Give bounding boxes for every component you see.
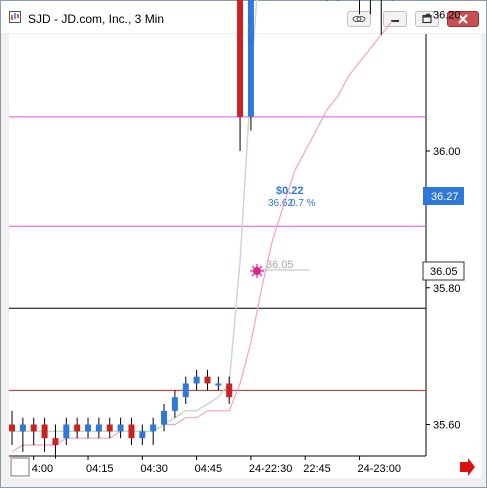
marker-level-label: 36.05 [266, 259, 294, 271]
price-tick-label: 35.80 [433, 283, 461, 295]
candle-body [95, 424, 102, 432]
time-tick-label: 04:45 [195, 463, 223, 475]
current-price-tag-label: 36.27 [431, 191, 459, 203]
candle-body [237, 0, 244, 117]
candle-body [85, 424, 92, 432]
burst-marker-icon [250, 264, 264, 278]
time-tick-label: 24-23:00 [358, 463, 401, 475]
candle-body [204, 376, 211, 384]
time-tick-label: 24-22:30 [249, 463, 292, 475]
candle-body [106, 424, 113, 432]
candle-body [52, 438, 59, 446]
plot-area[interactable] [9, 34, 426, 456]
candlestick[interactable] [378, 0, 384, 35]
candlestick[interactable] [335, 0, 341, 1]
cursor-change-label: $0.22 [276, 185, 304, 197]
marker-price-tag-label: 36.05 [430, 266, 458, 278]
candle-body [193, 376, 200, 384]
candle-body [63, 424, 70, 439]
candle-body [171, 397, 178, 411]
candle-body [74, 424, 81, 432]
candle-body [150, 424, 157, 432]
cursor-percent-label: 0.7 % [290, 198, 316, 209]
candle-body [117, 424, 124, 432]
price-axis[interactable] [426, 34, 481, 456]
candle-body [215, 383, 222, 386]
candle-body [182, 383, 189, 398]
candle-body [139, 431, 146, 439]
candle-body [226, 383, 233, 398]
price-tick-label: 35.60 [433, 420, 461, 432]
candle-body [128, 424, 135, 439]
price-chart[interactable]: 36.6036.4036.2036.0035.8035.60 4:0004:15… [0, 0, 487, 488]
candle-body [30, 424, 37, 432]
time-axis[interactable] [9, 456, 481, 478]
time-tick-label: 04:15 [86, 463, 114, 475]
candlestick[interactable] [367, 0, 373, 15]
candle-body [247, 0, 254, 117]
time-tick-label: 22:45 [303, 463, 331, 475]
candle-body [161, 410, 168, 425]
price-tick-label: 36.20 [433, 9, 461, 21]
time-tick-label: 04:30 [140, 463, 168, 475]
candle-body [41, 424, 48, 439]
time-tick-label: 4:00 [32, 463, 53, 475]
candle-body [9, 424, 15, 432]
price-tick-label: 36.00 [433, 146, 461, 158]
candlestick[interactable] [357, 0, 363, 15]
candlestick[interactable] [247, 0, 254, 131]
time-axis-scroll-box[interactable] [10, 457, 30, 477]
candle-body [19, 424, 26, 432]
candlestick[interactable] [389, 0, 395, 1]
candlestick[interactable] [324, 0, 330, 1]
